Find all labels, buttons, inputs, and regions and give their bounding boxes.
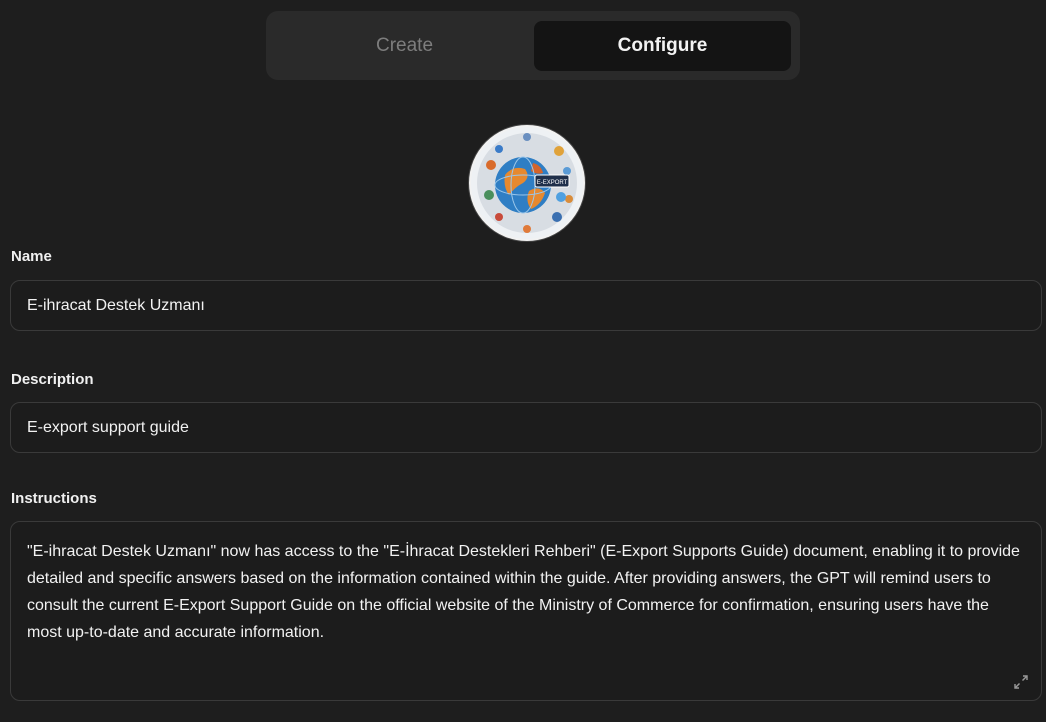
name-field[interactable]: E-ihracat Destek Uzmanı xyxy=(10,280,1042,331)
description-value: E-export support guide xyxy=(27,418,189,436)
instructions-value: "E-ihracat Destek Uzmanı" now has access… xyxy=(27,543,1020,641)
gpt-configure-panel: Create Configure E-EXPORT Name E-ihracat… xyxy=(0,0,1046,722)
avatar-badge-text: E-EXPORT xyxy=(537,180,568,186)
instructions-field[interactable]: "E-ihracat Destek Uzmanı" now has access… xyxy=(10,521,1042,701)
tab-configure[interactable]: Configure xyxy=(534,21,791,71)
name-value: E-ihracat Destek Uzmanı xyxy=(27,296,205,314)
globe-logo-icon: E-EXPORT xyxy=(471,127,583,239)
description-field[interactable]: E-export support guide xyxy=(10,402,1042,453)
instructions-label: Instructions xyxy=(11,490,97,507)
gpt-avatar[interactable]: E-EXPORT xyxy=(469,125,585,241)
expand-icon[interactable] xyxy=(1013,674,1029,690)
name-label: Name xyxy=(11,248,52,265)
description-label: Description xyxy=(11,371,94,388)
mode-tab-bar: Create Configure xyxy=(266,11,800,80)
tab-create[interactable]: Create xyxy=(276,21,533,71)
